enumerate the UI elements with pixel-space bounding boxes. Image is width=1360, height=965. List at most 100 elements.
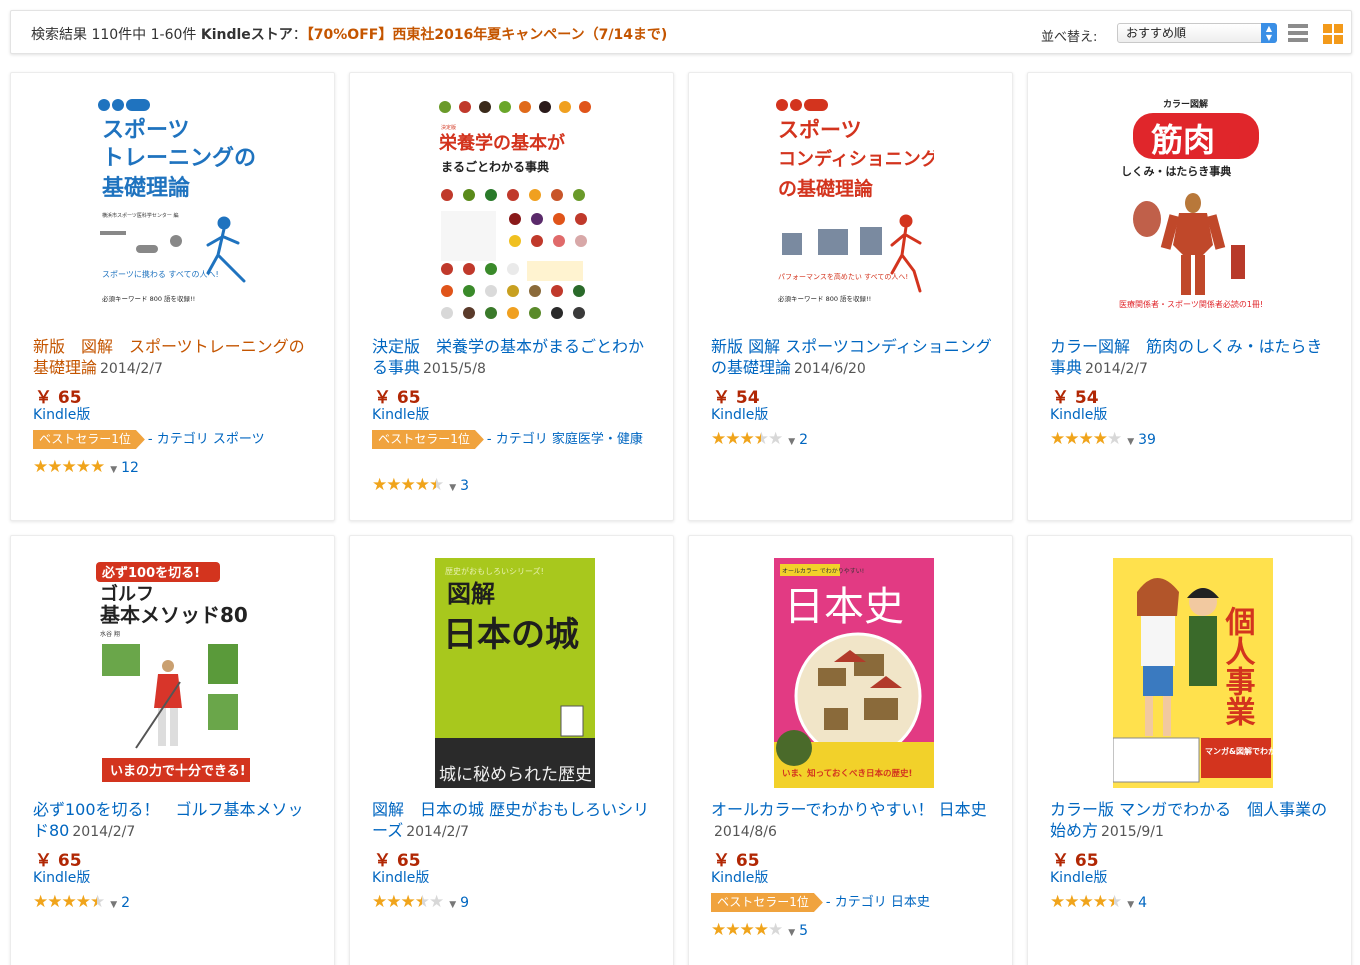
chevron-down-icon: ▼ (449, 483, 457, 493)
review-count[interactable]: 39 (1138, 432, 1156, 448)
review-count[interactable]: 4 (1138, 895, 1147, 911)
cover-badge: オールカラー でわかりやすい! (782, 567, 864, 575)
product-card[interactable]: スポーツ コンディショニング の基礎理論 パフォーマンスを高めたい すべての人へ… (688, 72, 1013, 521)
review-count[interactable]: 9 (460, 895, 469, 911)
rating[interactable]: ★★★★★ ▼ 39 (1050, 429, 1156, 449)
product-format[interactable]: Kindle版 (1050, 404, 1107, 424)
product-title[interactable]: 新版 図解 スポーツトレーニングの基礎理論 2014/2/7 (33, 336, 318, 380)
sort-select[interactable]: おすすめ順 ▲ ▼ (1117, 23, 1277, 43)
chevron-down-icon: ▼ (788, 928, 796, 938)
product-card[interactable]: 決定版 栄養学の基本が まるごとわかる事典 決定版 栄養学の基本がまるごとわかる… (349, 72, 674, 521)
star-rating-icon: ★★★★★ (33, 892, 105, 912)
bestseller-badge: ベストセラー1位 (372, 430, 484, 449)
product-date: 2014/6/20 (794, 361, 866, 377)
product-date: 2015/5/8 (423, 361, 486, 377)
cover-title: 日本史 (784, 584, 904, 630)
cover-author: 水谷 翔 (100, 630, 120, 638)
results-count: 検索結果 110件中 1-60件 (31, 27, 201, 43)
review-count[interactable]: 2 (121, 895, 130, 911)
star-rating-icon: ★★★★★ (33, 457, 105, 477)
book-cover[interactable]: 個人事業 マンガ&図解でわかりやすさNo.1 (1113, 558, 1273, 788)
cover-subtitle: しくみ・はたらき事典 (1121, 164, 1231, 178)
product-title-text[interactable]: 新版 図解 スポーツトレーニングの基礎理論 (33, 337, 305, 377)
bestseller-category[interactable]: - カテゴリ スポーツ (148, 432, 265, 447)
review-count[interactable]: 2 (799, 432, 808, 448)
product-format[interactable]: Kindle版 (1050, 867, 1107, 887)
product-format[interactable]: Kindle版 (372, 867, 429, 887)
chevron-down-icon: ▼ (110, 465, 118, 475)
star-rating-icon: ★★★★★ (372, 475, 444, 495)
product-title-text[interactable]: オールカラーでわかりやすい！ 日本史 (711, 800, 987, 819)
book-cover[interactable]: スポーツ コンディショニング の基礎理論 パフォーマンスを高めたい すべての人へ… (774, 95, 934, 325)
product-card[interactable]: スポーツ トレーニングの 基礎理論 横浜市スポーツ医科学センター 編 スポーツに… (10, 72, 335, 521)
chevron-down-icon: ▼ (1127, 900, 1135, 910)
cover-title-line: 基本メソッド80 (100, 603, 248, 627)
product-date: 2014/2/7 (406, 824, 470, 840)
product-card[interactable]: オールカラー でわかりやすい! 日本史 いま、知っておくべき日本の歴史! オール… (688, 535, 1013, 965)
cover-subtitle: まるごとわかる事典 (441, 159, 549, 174)
product-card[interactable]: 個人事業 マンガ&図解でわかりやすさNo.1 カラー版 マンガでわかる 個人事業… (1027, 535, 1352, 965)
book-cover[interactable]: 決定版 栄養学の基本が まるごとわかる事典 (435, 95, 595, 325)
cover-title-line: トレーニングの (102, 145, 256, 171)
cover-title: 栄養学の基本が (438, 132, 565, 154)
rating[interactable]: ★★★★★ ▼ 3 (372, 475, 469, 495)
product-card[interactable]: 歴史がおもしろいシリーズ! 図解 日本の城 城に秘められた歴史と魅力! 図解 日… (349, 535, 674, 965)
cover-tagline: パフォーマンスを高めたい すべての人へ! (778, 272, 908, 281)
product-card[interactable]: 必ず100を切る! ゴルフ 基本メソッド80 水谷 翔 いまの力で十分できる! … (10, 535, 335, 965)
review-count[interactable]: 5 (799, 923, 808, 939)
product-format[interactable]: Kindle版 (33, 404, 90, 424)
product-format[interactable]: Kindle版 (33, 867, 90, 887)
select-arrows-icon: ▲ ▼ (1261, 23, 1277, 43)
separator: ： (292, 27, 307, 43)
product-title[interactable]: 図解 日本の城 歴史がおもしろいシリーズ 2014/2/7 (372, 799, 657, 843)
list-view-icon[interactable] (1288, 24, 1308, 44)
product-title[interactable]: 決定版 栄養学の基本がまるごとわかる事典 2015/5/8 (372, 336, 657, 380)
book-cover[interactable]: カラー図解 筋肉 しくみ・はたらき事典 医療関係者・スポーツ関係者必読の1冊! (1113, 95, 1273, 325)
cover-title: 個人事業 (1220, 606, 1257, 726)
product-title[interactable]: カラー版 マンガでわかる 個人事業の始め方 2015/9/1 (1050, 799, 1335, 843)
book-cover[interactable]: オールカラー でわかりやすい! 日本史 いま、知っておくべき日本の歴史! (774, 558, 934, 788)
product-title-text[interactable]: カラー版 マンガでわかる 個人事業の始め方 (1050, 800, 1327, 840)
product-title-text[interactable]: 決定版 栄養学の基本がまるごとわかる事典 (372, 337, 644, 377)
store-name[interactable]: Kindleストア (201, 27, 293, 43)
rating[interactable]: ★★★★★ ▼ 4 (1050, 892, 1147, 912)
product-format[interactable]: Kindle版 (711, 867, 768, 887)
book-cover[interactable]: 歴史がおもしろいシリーズ! 図解 日本の城 城に秘められた歴史と魅力! (435, 558, 595, 788)
campaign-link[interactable]: 【70%OFF】西東社2016年夏キャンペーン（7/14まで) (307, 27, 668, 43)
product-title[interactable]: カラー図解 筋肉のしくみ・はたらき事典 2014/2/7 (1050, 336, 1335, 380)
star-rating-icon: ★★★★★ (711, 429, 783, 449)
product-date: 2015/9/1 (1101, 824, 1164, 840)
cover-title-line: の基礎理論 (778, 177, 874, 200)
cover-badge: 決定版 (441, 124, 456, 131)
review-count[interactable]: 12 (121, 460, 139, 476)
rating[interactable]: ★★★★★ ▼ 12 (33, 457, 139, 477)
rating[interactable]: ★★★★★ ▼ 9 (372, 892, 469, 912)
cover-title-line: スポーツ (778, 118, 862, 142)
cover-badge: カラー図解 (1163, 98, 1208, 110)
bestseller-category[interactable]: - カテゴリ 家庭医学・健康 (487, 432, 643, 447)
cover-title: 筋肉 (1151, 121, 1215, 159)
product-format[interactable]: Kindle版 (711, 404, 768, 424)
product-title[interactable]: オールカラーでわかりやすい！ 日本史 2014/8/6 (711, 799, 996, 843)
bestseller-info: ベストセラー1位 - カテゴリ スポーツ (33, 430, 323, 449)
book-cover[interactable]: スポーツ トレーニングの 基礎理論 横浜市スポーツ医科学センター 編 スポーツに… (96, 95, 256, 325)
book-cover[interactable]: 必ず100を切る! ゴルフ 基本メソッド80 水谷 翔 いまの力で十分できる! (96, 558, 256, 788)
rating[interactable]: ★★★★★ ▼ 5 (711, 920, 808, 940)
rating[interactable]: ★★★★★ ▼ 2 (33, 892, 130, 912)
product-card[interactable]: カラー図解 筋肉 しくみ・はたらき事典 医療関係者・スポーツ関係者必読の1冊! … (1027, 72, 1352, 521)
bestseller-category[interactable]: - カテゴリ 日本史 (826, 895, 930, 910)
product-title[interactable]: 必ず100を切る！ ゴルフ基本メソッド80 2014/2/7 (33, 799, 318, 843)
cover-badge: 必ず100を切る! (101, 565, 200, 581)
bestseller-info: ベストセラー1位 - カテゴリ 日本史 (711, 893, 1001, 912)
rating[interactable]: ★★★★★ ▼ 2 (711, 429, 808, 449)
product-title[interactable]: 新版 図解 スポーツコンディショニングの基礎理論 2014/6/20 (711, 336, 996, 380)
chevron-down-icon: ▼ (110, 900, 118, 910)
grid-view-icon[interactable] (1323, 24, 1343, 44)
review-count[interactable]: 3 (460, 478, 469, 494)
product-date: 2014/8/6 (714, 824, 777, 840)
product-format[interactable]: Kindle版 (372, 404, 429, 424)
bestseller-badge: ベストセラー1位 (711, 893, 823, 912)
cover-title-line: スポーツ (102, 117, 190, 143)
product-date: 2014/2/7 (100, 361, 163, 377)
cover-title-line: 図解 (447, 579, 495, 608)
